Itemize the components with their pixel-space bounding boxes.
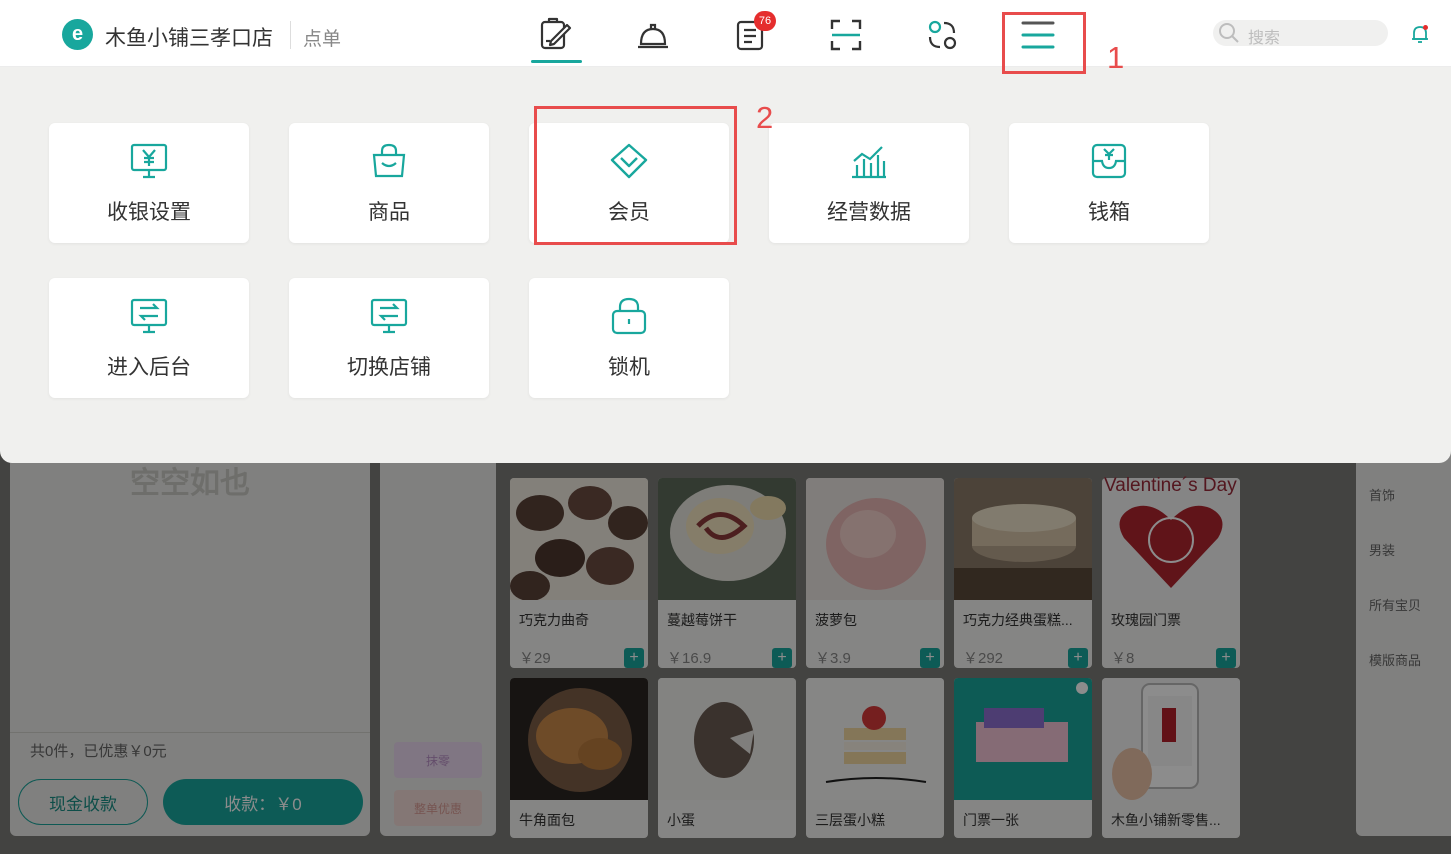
product-card[interactable]: 牛角面包 bbox=[510, 678, 648, 838]
product-card[interactable]: 三层蛋小糕 bbox=[806, 678, 944, 838]
category-item[interactable]: 首饰 bbox=[1369, 485, 1395, 504]
shop-name: 木鱼小铺三孝口店 bbox=[105, 27, 273, 50]
service-bell-icon[interactable] bbox=[633, 15, 673, 55]
product-card[interactable]: 菠萝包 ￥3.9 + bbox=[806, 478, 944, 668]
menu-tile-lock-screen[interactable]: 锁机 bbox=[529, 278, 729, 398]
annotation-box-step-2 bbox=[534, 106, 737, 245]
search-icon bbox=[1218, 22, 1240, 49]
product-card[interactable]: 蔓越莓饼干 ￥16.9 + bbox=[658, 478, 796, 668]
divider bbox=[10, 732, 370, 733]
product-name: 玫瑰园门票 bbox=[1111, 612, 1181, 628]
cashier-monitor-icon bbox=[129, 141, 169, 181]
product-name: 门票一张 bbox=[963, 812, 1019, 828]
menu-tile-label: 钱箱 bbox=[1088, 201, 1130, 224]
menu-tile-label: 经营数据 bbox=[827, 201, 911, 224]
notification-badge: 76 bbox=[754, 11, 776, 31]
menu-tile-cashier-settings[interactable]: 收银设置 bbox=[49, 123, 249, 243]
product-price: ￥8 bbox=[1111, 650, 1135, 667]
product-name: 巧克力经典蛋糕... bbox=[963, 612, 1073, 628]
add-to-cart-button[interactable]: + bbox=[624, 648, 644, 668]
annotation-box-step-1 bbox=[1002, 12, 1086, 74]
active-tab-indicator bbox=[531, 60, 582, 63]
product-image bbox=[1102, 678, 1240, 800]
menu-tile-cash-drawer[interactable]: 钱箱 bbox=[1009, 123, 1209, 243]
product-image bbox=[806, 678, 944, 800]
scan-icon[interactable] bbox=[826, 15, 866, 55]
category-sidebar: 首饰 男装 所有宝贝 模版商品 bbox=[1356, 440, 1451, 836]
menu-tile-switch-store[interactable]: 切换店铺 bbox=[289, 278, 489, 398]
valentine-banner-text: Valentine´s Day bbox=[1104, 475, 1237, 496]
cart-panel: 空空如也 共0件，已优惠￥0元 现金收款 收款：￥0 bbox=[10, 440, 370, 836]
mode-label: 点单 bbox=[303, 29, 342, 50]
product-price: ￥292 bbox=[963, 650, 1004, 667]
product-image bbox=[658, 678, 796, 800]
chart-icon bbox=[849, 141, 889, 181]
product-card[interactable]: 玫瑰园门票 ￥8 + bbox=[1102, 478, 1240, 668]
shopping-bag-icon bbox=[369, 141, 409, 181]
round-off-button[interactable]: 抹零 bbox=[394, 742, 482, 778]
product-price: ￥3.9 bbox=[815, 650, 851, 667]
product-name: 菠萝包 bbox=[815, 612, 857, 628]
product-grid: 巧克力曲奇 ￥29 + 蔓越莓饼干 ￥16.9 + 菠萝包 ￥3.9 + 巧克力… bbox=[510, 478, 1250, 838]
product-price: ￥29 bbox=[519, 650, 551, 667]
product-name: 木鱼小铺新零售... bbox=[1111, 812, 1221, 828]
add-to-cart-button[interactable]: + bbox=[1216, 648, 1236, 668]
menu-tile-enter-backend[interactable]: 进入后台 bbox=[49, 278, 249, 398]
product-name: 蔓越莓饼干 bbox=[667, 612, 737, 628]
annotation-number-2: 2 bbox=[756, 100, 774, 135]
app-logo: e bbox=[62, 19, 93, 50]
menu-tile-business-data[interactable]: 经营数据 bbox=[769, 123, 969, 243]
menu-tile-label: 收银设置 bbox=[107, 201, 191, 224]
product-card[interactable]: 门票一张 bbox=[954, 678, 1092, 838]
cart-empty-text: 空空如也 bbox=[130, 467, 250, 500]
divider bbox=[290, 21, 291, 49]
discount-panel: 抹零 整单优惠 bbox=[380, 440, 496, 836]
annotation-number-1: 1 bbox=[1107, 40, 1125, 75]
product-image bbox=[806, 478, 944, 600]
add-to-cart-button[interactable]: + bbox=[920, 648, 940, 668]
menu-tile-label: 进入后台 bbox=[107, 356, 191, 379]
menu-tile-label: 锁机 bbox=[608, 356, 650, 379]
product-card[interactable]: 小蛋 bbox=[658, 678, 796, 838]
exchange-icon[interactable] bbox=[922, 15, 962, 55]
lock-icon bbox=[609, 296, 649, 336]
menu-tile-label: 切换店铺 bbox=[347, 356, 431, 379]
switch-store-icon bbox=[369, 296, 409, 336]
top-bar: e 木鱼小铺三孝口店 点单 76 搜索 bbox=[0, 0, 1451, 67]
menu-tile-products[interactable]: 商品 bbox=[289, 123, 489, 243]
add-to-cart-button[interactable]: + bbox=[1068, 648, 1088, 668]
product-card[interactable]: 木鱼小铺新零售... bbox=[1102, 678, 1240, 838]
product-card[interactable]: 巧克力曲奇 ￥29 + bbox=[510, 478, 648, 668]
backend-monitor-icon bbox=[129, 296, 169, 336]
product-name: 小蛋 bbox=[667, 812, 695, 828]
cart-summary: 共0件，已优惠￥0元 bbox=[30, 743, 167, 760]
search-placeholder: 搜索 bbox=[1248, 30, 1281, 47]
cash-drawer-icon bbox=[1089, 141, 1129, 181]
product-name: 三层蛋小糕 bbox=[815, 812, 885, 828]
category-item[interactable]: 所有宝贝 bbox=[1369, 595, 1421, 614]
add-to-cart-button[interactable]: + bbox=[772, 648, 792, 668]
order-icon[interactable] bbox=[535, 15, 575, 55]
product-image bbox=[954, 678, 1092, 800]
notification-dot bbox=[1423, 25, 1428, 30]
category-item[interactable]: 男装 bbox=[1369, 540, 1395, 559]
product-price: ￥16.9 bbox=[667, 650, 712, 667]
category-item[interactable]: 模版商品 bbox=[1369, 650, 1421, 669]
product-name: 巧克力曲奇 bbox=[519, 612, 589, 628]
product-image bbox=[954, 478, 1092, 600]
order-discount-button[interactable]: 整单优惠 bbox=[394, 790, 482, 826]
product-image bbox=[658, 478, 796, 600]
checkout-button[interactable]: 收款：￥0 bbox=[163, 779, 363, 825]
product-image bbox=[510, 478, 648, 600]
product-name: 牛角面包 bbox=[519, 812, 575, 828]
cash-payment-button[interactable]: 现金收款 bbox=[18, 779, 148, 825]
product-image bbox=[510, 678, 648, 800]
product-card[interactable]: 巧克力经典蛋糕... ￥292 + bbox=[954, 478, 1092, 668]
menu-tile-label: 商品 bbox=[368, 201, 410, 224]
